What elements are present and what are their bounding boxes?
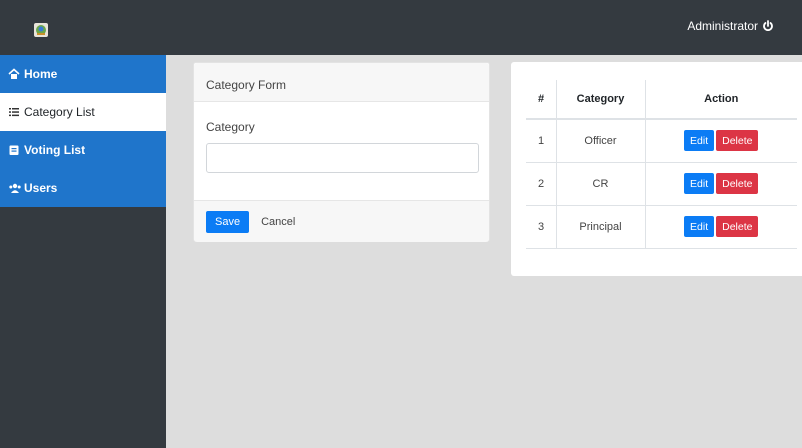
row-number: 1 [526, 119, 556, 163]
power-icon[interactable] [762, 20, 774, 32]
column-header-number: # [526, 80, 556, 120]
sidebar-item-label: Category List [24, 105, 95, 119]
sidebar-item-label: Users [24, 181, 58, 195]
row-actions: Edit Delete [645, 119, 797, 163]
sidebar: Home Category List Voting List Users [0, 55, 166, 448]
sidebar-item-label: Voting List [24, 143, 86, 157]
column-header-action: Action [645, 80, 797, 120]
sidebar-item-voting-list[interactable]: Voting List [0, 131, 166, 169]
sidebar-item-home[interactable]: Home [0, 55, 166, 93]
table-header-row: # Category Action [526, 80, 797, 120]
list-icon [8, 106, 20, 118]
category-field-label: Category [206, 120, 255, 134]
top-navbar: Administrator [0, 0, 802, 55]
app-logo-icon[interactable] [34, 23, 48, 37]
users-icon [8, 182, 21, 194]
save-button[interactable]: Save [206, 210, 250, 233]
form-footer: Save Cancel [194, 200, 489, 242]
row-number: 2 [526, 162, 556, 206]
edit-button[interactable]: Edit [684, 216, 715, 237]
category-form-card: Category Form Category Save Cancel [193, 62, 490, 242]
form-body: Category [194, 102, 489, 200]
delete-button[interactable]: Delete [716, 173, 759, 194]
user-menu[interactable]: Administrator [687, 19, 774, 33]
row-category: CR [555, 162, 646, 206]
row-number: 3 [526, 205, 556, 249]
home-icon [8, 68, 20, 80]
delete-button[interactable]: Delete [716, 130, 759, 152]
user-name-label: Administrator [687, 19, 758, 33]
table-row: 2 CR Edit Delete [526, 162, 797, 206]
sidebar-item-label: Home [24, 67, 58, 81]
row-category: Principal [555, 205, 646, 249]
sidebar-item-category-list[interactable]: Category List [0, 93, 166, 131]
row-actions: Edit Delete [645, 162, 797, 206]
category-table: # Category Action 1 Officer Edit Delete 2… [526, 80, 797, 249]
table-row: 1 Officer Edit Delete [526, 119, 797, 163]
category-table-card: # Category Action 1 Officer Edit Delete 2… [511, 62, 802, 276]
sidebar-item-users[interactable]: Users [0, 169, 166, 207]
row-category: Officer [555, 119, 646, 163]
edit-button[interactable]: Edit [684, 130, 715, 152]
cancel-button[interactable]: Cancel [261, 216, 295, 228]
row-actions: Edit Delete [645, 205, 797, 249]
delete-button[interactable]: Delete [716, 216, 759, 237]
clipboard-icon [8, 144, 20, 156]
category-input[interactable] [206, 143, 479, 173]
column-header-category: Category [555, 80, 646, 120]
edit-button[interactable]: Edit [684, 173, 715, 194]
form-title: Category Form [194, 63, 489, 102]
table-row: 3 Principal Edit Delete [526, 205, 797, 249]
